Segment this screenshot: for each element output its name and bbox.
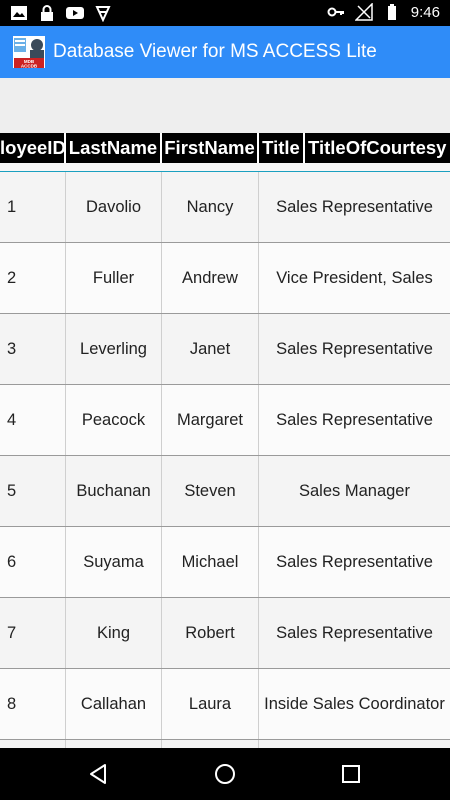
clock: 9:46 <box>410 3 440 21</box>
table-header: loyeeID LastName FirstName Title TitleOf… <box>0 133 450 163</box>
toolbar-area <box>0 78 450 133</box>
back-icon[interactable] <box>87 762 111 786</box>
cell-title: Sales Representative <box>276 553 433 571</box>
cell-title <box>259 740 450 748</box>
cell-last-name: Fuller <box>66 243 162 313</box>
table-row[interactable]: 3 Leverling Janet Sales Representative <box>0 314 450 385</box>
lock-icon <box>41 5 53 21</box>
cell-last-name: Suyama <box>66 527 162 597</box>
cell-employee-id: 3 <box>0 314 66 384</box>
column-header-title[interactable]: Title <box>259 133 305 163</box>
battery-icon <box>387 4 396 20</box>
table-body[interactable]: 1 Davolio Nancy Sales Representative 2 F… <box>0 172 450 748</box>
cell-first-name: Margaret <box>162 385 259 455</box>
youtube-icon <box>66 7 84 19</box>
cell-employee-id: 1 <box>0 172 66 242</box>
cell-last-name: King <box>66 598 162 668</box>
cell-employee-id <box>0 740 66 748</box>
navigation-bar <box>0 748 450 800</box>
column-header-firstname[interactable]: FirstName <box>162 133 259 163</box>
table-row[interactable]: 7 King Robert Sales Representative <box>0 598 450 669</box>
column-header-titleofcourtesy[interactable]: TitleOfCourtesy <box>305 133 450 163</box>
cell-last-name: Buchanan <box>66 456 162 526</box>
cell-first-name: Robert <box>162 598 259 668</box>
table-row[interactable]: 4 Peacock Margaret Sales Representative <box>0 385 450 456</box>
cell-employee-id: 7 <box>0 598 66 668</box>
cell-employee-id: 5 <box>0 456 66 526</box>
table-row[interactable]: 6 Suyama Michael Sales Representative <box>0 527 450 598</box>
cell-title: Sales Representative <box>276 340 433 358</box>
cell-last-name: Callahan <box>66 669 162 739</box>
column-header-employeeid[interactable]: loyeeID <box>0 133 66 163</box>
cell-first-name: Nancy <box>162 172 259 242</box>
status-bar-notifications <box>10 4 112 22</box>
cell-first-name: Laura <box>162 669 259 739</box>
svg-text:ACCDB: ACCDB <box>21 64 38 69</box>
cell-title: Sales Representative <box>276 198 433 216</box>
table-row[interactable]: 8 Callahan Laura Inside Sales Coordinato… <box>0 669 450 740</box>
table-row-partial[interactable] <box>0 740 450 748</box>
cell-employee-id: 2 <box>0 243 66 313</box>
cell-employee-id: 4 <box>0 385 66 455</box>
play-store-icon <box>95 6 111 22</box>
cell-first-name: Andrew <box>162 243 259 313</box>
table-row[interactable]: 2 Fuller Andrew Vice President, Sales <box>0 243 450 314</box>
cell-first-name <box>162 740 259 748</box>
recents-icon[interactable] <box>339 762 363 786</box>
cell-title: Sales Representative <box>276 411 433 429</box>
cell-first-name: Steven <box>162 456 259 526</box>
status-bar: 9:46 <box>0 0 450 26</box>
cell-last-name: Peacock <box>66 385 162 455</box>
cell-title: Sales Manager <box>299 482 410 500</box>
cell-title: Inside Sales Coordinator <box>264 695 445 713</box>
vpn-key-icon <box>327 7 344 17</box>
image-icon <box>11 6 27 20</box>
app-title: Database Viewer for MS ACCESS Lite <box>53 41 377 62</box>
cell-first-name: Michael <box>162 527 259 597</box>
app-logo-icon: MDB ACCDB <box>13 36 45 69</box>
app-bar: MDB ACCDB Database Viewer for MS ACCESS … <box>0 26 450 78</box>
column-header-lastname[interactable]: LastName <box>66 133 162 163</box>
cell-last-name: Leverling <box>66 314 162 384</box>
cell-last-name: Davolio <box>66 172 162 242</box>
cell-employee-id: 8 <box>0 669 66 739</box>
cell-title: Vice President, Sales <box>276 269 433 287</box>
home-icon[interactable] <box>213 762 237 786</box>
status-bar-system: 9:46 <box>327 3 440 21</box>
cell-title: Sales Representative <box>276 624 433 642</box>
table-row[interactable]: 1 Davolio Nancy Sales Representative <box>0 172 450 243</box>
signal-icon <box>354 3 373 21</box>
cell-employee-id: 6 <box>0 527 66 597</box>
cell-last-name <box>66 740 162 748</box>
table-row[interactable]: 5 Buchanan Steven Sales Manager <box>0 456 450 527</box>
cell-first-name: Janet <box>162 314 259 384</box>
